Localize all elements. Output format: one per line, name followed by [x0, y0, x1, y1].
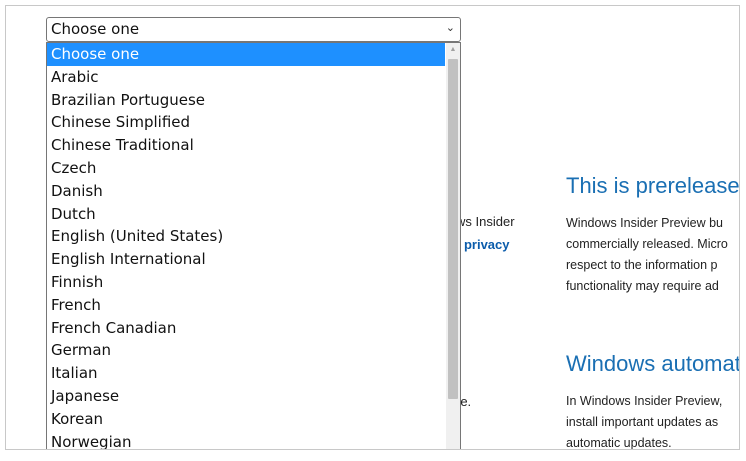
- chevron-down-icon: ⌄: [445, 21, 455, 34]
- dropdown-option[interactable]: Italian: [47, 362, 445, 385]
- scrollbar[interactable]: ▲: [446, 43, 460, 449]
- paragraph-line: functionality may require ad: [566, 279, 719, 293]
- dropdown-option[interactable]: French Canadian: [47, 317, 445, 340]
- automatic-updates-heading: Windows automat: [566, 351, 740, 376]
- dropdown-option[interactable]: Finnish: [47, 271, 445, 294]
- insider-text-fragment: ws Insider: [456, 214, 515, 229]
- paragraph-line: commercially released. Micro: [566, 237, 728, 251]
- scroll-up-arrow-icon[interactable]: ▲: [446, 43, 460, 57]
- dropdown-option[interactable]: Japanese: [47, 385, 445, 408]
- dropdown-option[interactable]: French: [47, 294, 445, 317]
- privacy-link[interactable]: privacy: [464, 237, 510, 252]
- language-select[interactable]: Choose one ⌄: [46, 17, 461, 42]
- paragraph-line: In Windows Insider Preview,: [566, 394, 723, 408]
- dropdown-option[interactable]: Danish: [47, 180, 445, 203]
- dropdown-option[interactable]: Norwegian: [47, 431, 445, 449]
- automatic-updates-paragraph: In Windows Insider Preview, install impo…: [566, 391, 739, 450]
- dropdown-option[interactable]: Chinese Traditional: [47, 134, 445, 157]
- dropdown-option[interactable]: Chinese Simplified: [47, 111, 445, 134]
- browser-page: ws Insider r privacy re. This is prerele…: [5, 5, 740, 450]
- paragraph-line: install important updates as: [566, 415, 719, 429]
- dropdown-option[interactable]: Dutch: [47, 203, 445, 226]
- option-list: Choose one Arabic Brazilian Portuguese Chin…: [47, 43, 445, 449]
- language-dropdown-list[interactable]: Choose one Arabic Brazilian Portuguese Chin…: [46, 42, 461, 449]
- dropdown-option[interactable]: Brazilian Portuguese: [47, 89, 445, 112]
- dropdown-option[interactable]: Czech: [47, 157, 445, 180]
- paragraph-line: automatic updates.: [566, 436, 672, 450]
- scrollbar-thumb[interactable]: [448, 59, 458, 399]
- dropdown-option[interactable]: English International: [47, 248, 445, 271]
- privacy-text-fragment: r privacy: [456, 237, 510, 252]
- dropdown-option[interactable]: Arabic: [47, 66, 445, 89]
- dropdown-option[interactable]: English (United States): [47, 225, 445, 248]
- prerelease-paragraph: Windows Insider Preview bu commercially …: [566, 213, 739, 297]
- dropdown-option[interactable]: Korean: [47, 408, 445, 431]
- paragraph-line: Windows Insider Preview bu: [566, 216, 724, 230]
- paragraph-line: respect to the information p: [566, 258, 718, 272]
- prerelease-heading: This is prerelease s: [566, 173, 740, 198]
- select-value: Choose one: [51, 20, 140, 38]
- dropdown-option[interactable]: German: [47, 339, 445, 362]
- dropdown-option[interactable]: Choose one: [47, 43, 445, 66]
